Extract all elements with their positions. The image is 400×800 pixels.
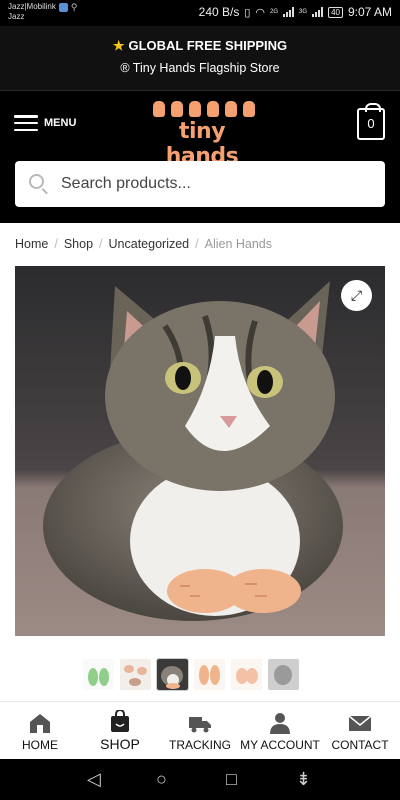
breadcrumb-shop[interactable]: Shop	[64, 237, 93, 251]
vpn-icon	[58, 2, 68, 12]
breadcrumb-home[interactable]: Home	[15, 237, 48, 251]
search-input[interactable]	[61, 161, 371, 207]
status-bar: Jazz|Mobilink ⚲ Jazz 240 B/s ▯ ◠ 2G 3G 4…	[0, 0, 400, 26]
nav-shop[interactable]: SHOP	[80, 702, 160, 759]
breadcrumb-separator: /	[54, 237, 58, 251]
promo-banner: ★ GLOBAL FREE SHIPPING ® Tiny Hands Flags…	[0, 26, 400, 90]
search-icon	[29, 174, 44, 189]
breadcrumb-separator: /	[195, 237, 199, 251]
cart-count: 0	[367, 116, 375, 131]
site-header: MENU tiny hands 0	[0, 91, 400, 223]
grey-hands-thumbnail	[268, 659, 299, 690]
notification-pull-icon[interactable]: ⇟	[296, 769, 311, 789]
menu-label: MENU	[44, 117, 77, 129]
nav-account[interactable]: MY ACCOUNT	[240, 702, 320, 759]
home-circle-icon[interactable]: ○	[156, 769, 167, 789]
back-icon[interactable]: ◁	[87, 769, 101, 789]
hands-pair-thumbnail	[194, 659, 225, 690]
usb-icon: ⚲	[70, 2, 78, 12]
product-image[interactable]: ⤢	[15, 266, 385, 636]
home-icon	[30, 714, 50, 733]
truck-icon	[189, 717, 211, 733]
expand-icon: ⤢	[350, 287, 363, 303]
network-speed: 240 B/s	[198, 5, 240, 19]
nav-contact[interactable]: CONTACT	[320, 702, 400, 759]
cat-thumbnail	[157, 659, 188, 690]
thumbnail[interactable]	[194, 659, 225, 690]
recents-icon[interactable]: □	[226, 769, 237, 789]
thumbnail-active[interactable]	[156, 658, 189, 691]
breadcrumb-current: Alien Hands	[204, 237, 273, 251]
nav-home-label: HOME	[22, 738, 58, 752]
system-nav-bar: ◁ ○ □ ⇟	[0, 759, 400, 800]
signal-label-2: 3G	[299, 9, 308, 15]
cart-button[interactable]: 0	[357, 103, 385, 140]
battery-icon: 40	[328, 6, 343, 18]
envelope-icon	[348, 715, 372, 731]
green-hands-thumbnail	[83, 659, 114, 690]
thumbnail[interactable]	[268, 659, 299, 690]
breadcrumb: Home / Shop / Uncategorized / Alien Hand…	[15, 237, 272, 251]
shopping-bag-icon	[111, 710, 129, 732]
nav-home[interactable]: HOME	[0, 702, 80, 759]
star-icon: ★	[112, 38, 125, 53]
cat-with-tiny-hands-photo	[15, 266, 385, 636]
user-icon	[270, 713, 290, 734]
site-logo[interactable]: tiny hands	[147, 101, 257, 169]
wifi-icon: ◠	[255, 6, 266, 19]
nav-tracking-label: TRACKING	[168, 738, 231, 752]
thumbnail[interactable]	[231, 659, 262, 690]
breadcrumb-category[interactable]: Uncategorized	[109, 237, 190, 251]
nav-contact-label: CONTACT	[331, 738, 389, 752]
nav-shop-label: SHOP	[100, 736, 140, 752]
shipping-notice: ★ GLOBAL FREE SHIPPING	[0, 38, 400, 54]
nav-account-label: MY ACCOUNT	[240, 738, 320, 752]
feet-thumbnail	[231, 659, 262, 690]
vibrate-icon: ▯	[244, 6, 251, 19]
thumbnail[interactable]	[120, 659, 151, 690]
zoom-button[interactable]: ⤢	[341, 280, 372, 311]
hamburger-icon	[14, 115, 38, 131]
search-bar	[15, 161, 385, 207]
breadcrumb-separator: /	[99, 237, 103, 251]
signal-label-1: 2G	[270, 9, 279, 15]
thumbnail-strip	[83, 658, 299, 691]
menu-button[interactable]: MENU	[14, 115, 76, 131]
store-name: ® Tiny Hands Flagship Store	[120, 61, 280, 75]
carrier-name-2: Jazz	[8, 12, 25, 21]
carrier-name: Jazz|Mobilink	[8, 2, 56, 11]
bottom-nav: HOME SHOP TRACKING MY ACCOUNT CONTACT	[0, 701, 400, 759]
carrier-info: Jazz|Mobilink ⚲ Jazz	[8, 2, 77, 22]
signal-icon-1	[283, 7, 295, 17]
clock: 9:07 AM	[347, 5, 392, 19]
signal-icon-2	[312, 7, 324, 17]
nav-tracking[interactable]: TRACKING	[160, 702, 240, 759]
hands-logo-icon	[153, 101, 255, 117]
status-indicators: 240 B/s ▯ ◠ 2G 3G 40 9:07 AM	[199, 5, 392, 19]
product-page: Home / Shop / Uncategorized / Alien Hand…	[0, 223, 400, 701]
thumbnail[interactable]	[83, 659, 114, 690]
shipping-text: GLOBAL FREE SHIPPING	[128, 38, 288, 53]
battery-level: 40	[331, 7, 340, 17]
hands-collage-thumbnail	[120, 659, 151, 690]
